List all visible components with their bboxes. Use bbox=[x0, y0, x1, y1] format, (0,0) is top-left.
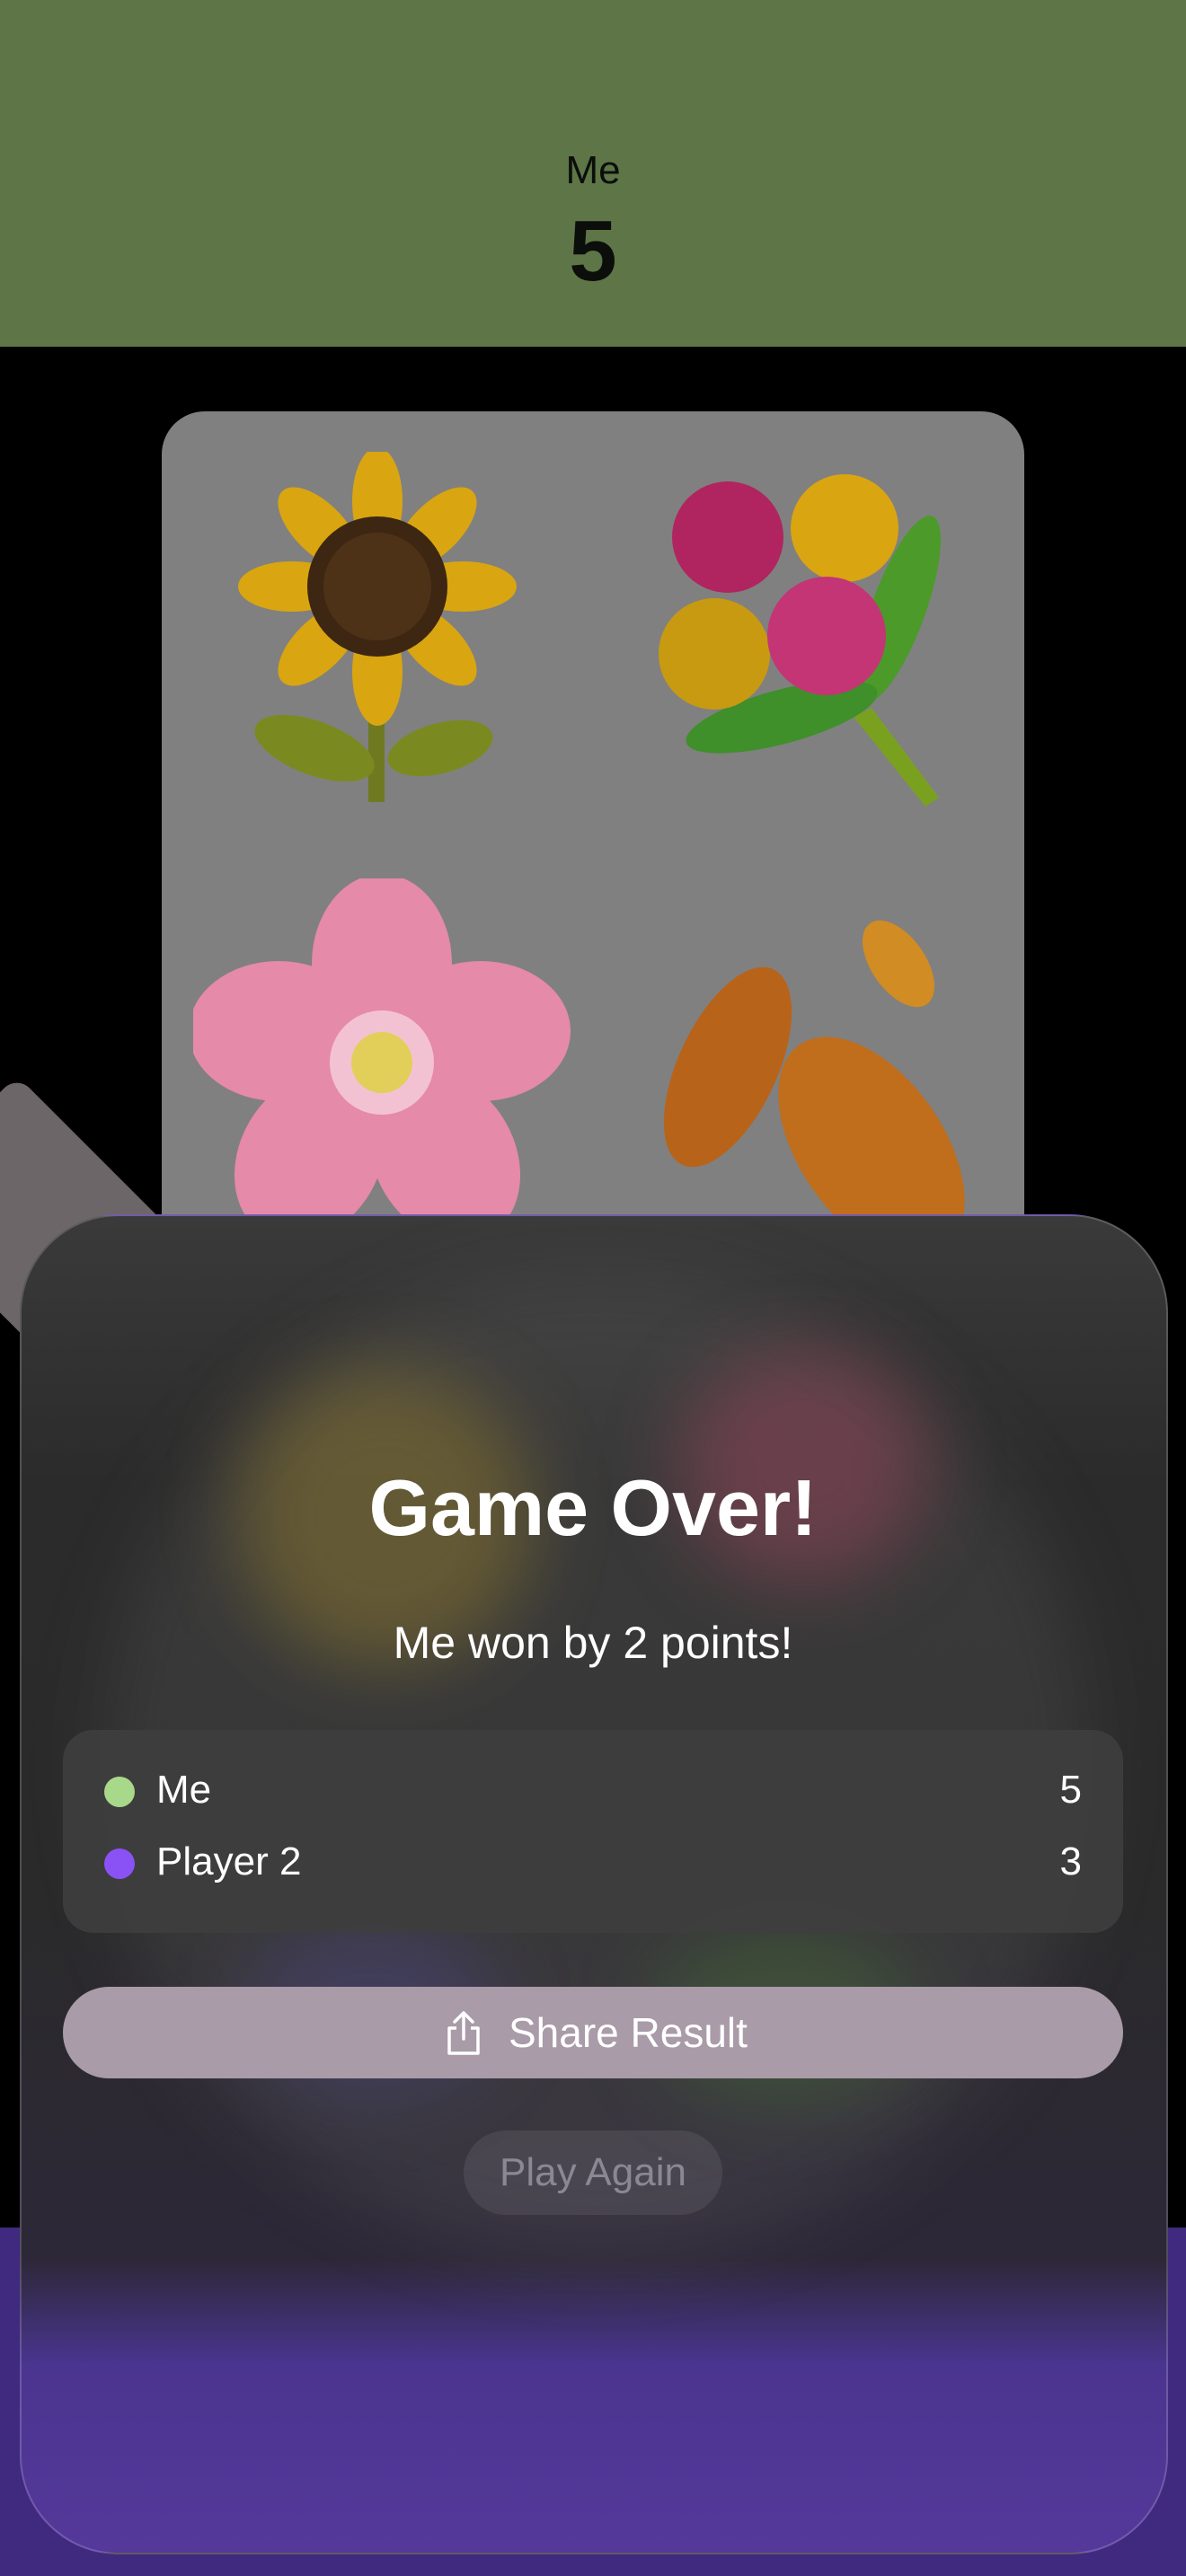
game-over-subtitle: Me won by 2 points! bbox=[393, 1618, 793, 1668]
scoreboard: Me 5 Player 2 3 bbox=[63, 1730, 1123, 1933]
player-color-dot bbox=[104, 1848, 135, 1879]
bouquet-icon[interactable] bbox=[629, 447, 988, 825]
fallen-leaves-icon[interactable] bbox=[629, 887, 1006, 1265]
scoreboard-row: Me 5 bbox=[63, 1760, 1123, 1823]
share-icon bbox=[447, 2011, 480, 2055]
top-player-name: Me bbox=[565, 148, 621, 192]
top-player-panel[interactable]: Me 5 bbox=[0, 0, 1186, 347]
top-player-score: 5 bbox=[569, 203, 617, 299]
player-name: Player 2 bbox=[156, 1839, 302, 1883]
player-score: 5 bbox=[1059, 1768, 1082, 1812]
player-color-dot bbox=[104, 1777, 135, 1807]
player-name: Me bbox=[156, 1768, 212, 1812]
player-score: 3 bbox=[1059, 1839, 1082, 1883]
sunflower-icon[interactable] bbox=[234, 452, 521, 811]
game-over-title: Game Over! bbox=[368, 1463, 818, 1552]
scoreboard-row: Player 2 3 bbox=[63, 1832, 1123, 1895]
play-again-button[interactable]: Play Again bbox=[464, 2130, 722, 2215]
share-result-button[interactable]: Share Result bbox=[63, 1987, 1123, 2078]
share-result-label: Share Result bbox=[509, 2009, 748, 2056]
cherry-blossom-icon[interactable] bbox=[193, 878, 571, 1256]
emoji-card[interactable] bbox=[162, 411, 1024, 1345]
